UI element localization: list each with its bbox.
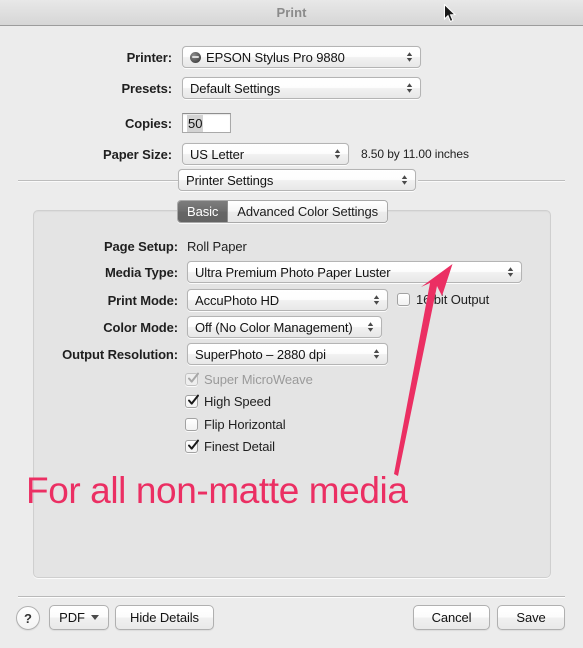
print-pane-select[interactable]: Printer Settings bbox=[178, 169, 416, 191]
checkbox-box bbox=[185, 418, 198, 431]
checkbox-box bbox=[185, 439, 199, 453]
paper-size-label: Paper Size: bbox=[103, 146, 172, 162]
finest-detail-checkbox[interactable]: Finest Detail bbox=[185, 439, 275, 454]
sixteen-bit-output-checkbox[interactable]: 16 bit Output bbox=[397, 292, 489, 307]
printer-select-value: EPSON Stylus Pro 9880 bbox=[206, 49, 345, 65]
print-dialog-window: Print Printer: EPSON Stylus Pro 9880 Pre… bbox=[0, 0, 583, 648]
output-resolution-label: Output Resolution: bbox=[62, 346, 178, 362]
checkmark-icon bbox=[188, 394, 199, 405]
media-type-select[interactable]: Ultra Premium Photo Paper Luster bbox=[187, 261, 522, 283]
presets-select[interactable]: Default Settings bbox=[182, 77, 421, 99]
checkbox-box bbox=[185, 372, 199, 386]
checkbox-box bbox=[185, 394, 199, 408]
page-setup-row: Page Setup: Roll Paper bbox=[74, 239, 474, 254]
color-mode-row: Color Mode: Off (No Color Management) bbox=[74, 316, 534, 338]
page-setup-value: Roll Paper bbox=[187, 239, 247, 254]
paper-size-dimensions: 8.50 by 11.00 inches bbox=[361, 147, 469, 161]
printer-status-icon bbox=[190, 51, 201, 63]
high-speed-checkbox[interactable]: High Speed bbox=[185, 394, 271, 409]
chevron-updown-icon bbox=[406, 52, 413, 62]
chevron-updown-icon bbox=[401, 175, 408, 185]
chevron-updown-icon bbox=[334, 149, 341, 159]
caret-down-icon bbox=[90, 615, 99, 620]
chevron-updown-icon bbox=[367, 322, 374, 332]
media-type-label: Media Type: bbox=[104, 264, 178, 280]
help-button-label: ? bbox=[24, 610, 32, 626]
tab-basic[interactable]: Basic bbox=[178, 201, 229, 222]
media-type-select-value: Ultra Premium Photo Paper Luster bbox=[195, 264, 391, 280]
cancel-button[interactable]: Cancel bbox=[413, 605, 490, 630]
presets-label: Presets: bbox=[121, 80, 172, 96]
checkbox-box bbox=[397, 293, 410, 306]
tab-advanced-color-settings[interactable]: Advanced Color Settings bbox=[228, 201, 388, 222]
output-resolution-select[interactable]: SuperPhoto – 2880 dpi bbox=[187, 343, 388, 365]
chevron-updown-icon bbox=[507, 267, 514, 277]
pane-separator-left bbox=[18, 180, 178, 181]
print-pane-select-value: Printer Settings bbox=[186, 172, 274, 188]
copies-label: Copies: bbox=[125, 115, 172, 131]
save-button[interactable]: Save bbox=[497, 605, 565, 630]
print-mode-select[interactable]: AccuPhoto HD bbox=[187, 289, 388, 311]
color-mode-label: Color Mode: bbox=[103, 319, 178, 335]
print-mode-select-value: AccuPhoto HD bbox=[195, 292, 280, 308]
media-type-row: Media Type: Ultra Premium Photo Paper Lu… bbox=[74, 261, 524, 283]
pane-separator-right bbox=[418, 180, 565, 181]
paper-size-select-value: US Letter bbox=[190, 146, 245, 162]
printer-row: Printer: EPSON Stylus Pro 9880 bbox=[68, 46, 528, 68]
hide-details-button[interactable]: Hide Details bbox=[115, 605, 214, 630]
hide-details-label: Hide Details bbox=[130, 610, 199, 625]
copies-row: Copies: 50 bbox=[68, 113, 528, 133]
presets-row: Presets: Default Settings bbox=[68, 77, 528, 99]
finest-detail-label: Finest Detail bbox=[204, 439, 275, 454]
save-label: Save bbox=[516, 610, 546, 625]
settings-tabbar: Basic Advanced Color Settings bbox=[177, 200, 389, 223]
paper-size-row: Paper Size: US Letter 8.50 by 11.00 inch… bbox=[68, 143, 568, 165]
super-microweave-label: Super MicroWeave bbox=[204, 372, 313, 387]
sixteen-bit-output-label: 16 bit Output bbox=[416, 292, 490, 307]
annotation-text: For all non-matte media bbox=[26, 470, 408, 511]
paper-size-select[interactable]: US Letter bbox=[182, 143, 349, 165]
checkmark-icon bbox=[188, 439, 199, 450]
color-mode-select-value: Off (No Color Management) bbox=[195, 319, 353, 335]
printer-select[interactable]: EPSON Stylus Pro 9880 bbox=[182, 46, 421, 68]
chevron-updown-icon bbox=[373, 349, 380, 359]
color-mode-select[interactable]: Off (No Color Management) bbox=[187, 316, 382, 338]
bottom-separator bbox=[18, 596, 565, 597]
pdf-menu-label: PDF bbox=[59, 610, 85, 625]
flip-horizontal-label: Flip Horizontal bbox=[204, 417, 286, 432]
output-resolution-select-value: SuperPhoto – 2880 dpi bbox=[195, 346, 326, 362]
copies-input-value: 50 bbox=[187, 114, 204, 132]
presets-select-value: Default Settings bbox=[190, 80, 281, 96]
print-mode-label: Print Mode: bbox=[107, 292, 179, 308]
super-microweave-checkbox: Super MicroWeave bbox=[185, 372, 313, 387]
copies-input[interactable]: 50 bbox=[182, 113, 231, 133]
window-titlebar[interactable]: Print bbox=[0, 0, 583, 26]
tab-advanced-color-settings-label: Advanced Color Settings bbox=[237, 204, 379, 219]
printer-label: Printer: bbox=[126, 49, 173, 65]
output-resolution-row: Output Resolution: SuperPhoto – 2880 dpi bbox=[44, 343, 504, 365]
cancel-label: Cancel bbox=[431, 610, 472, 625]
chevron-updown-icon bbox=[406, 83, 413, 93]
tab-basic-label: Basic bbox=[187, 204, 219, 219]
checkmark-icon bbox=[188, 372, 199, 383]
pdf-menu-button[interactable]: PDF bbox=[49, 605, 109, 630]
flip-horizontal-checkbox[interactable]: Flip Horizontal bbox=[185, 417, 286, 432]
page-setup-label: Page Setup: bbox=[103, 239, 178, 254]
window-title: Print bbox=[276, 5, 307, 20]
chevron-updown-icon bbox=[373, 295, 380, 305]
high-speed-label: High Speed bbox=[204, 394, 271, 409]
help-button[interactable]: ? bbox=[16, 606, 40, 630]
